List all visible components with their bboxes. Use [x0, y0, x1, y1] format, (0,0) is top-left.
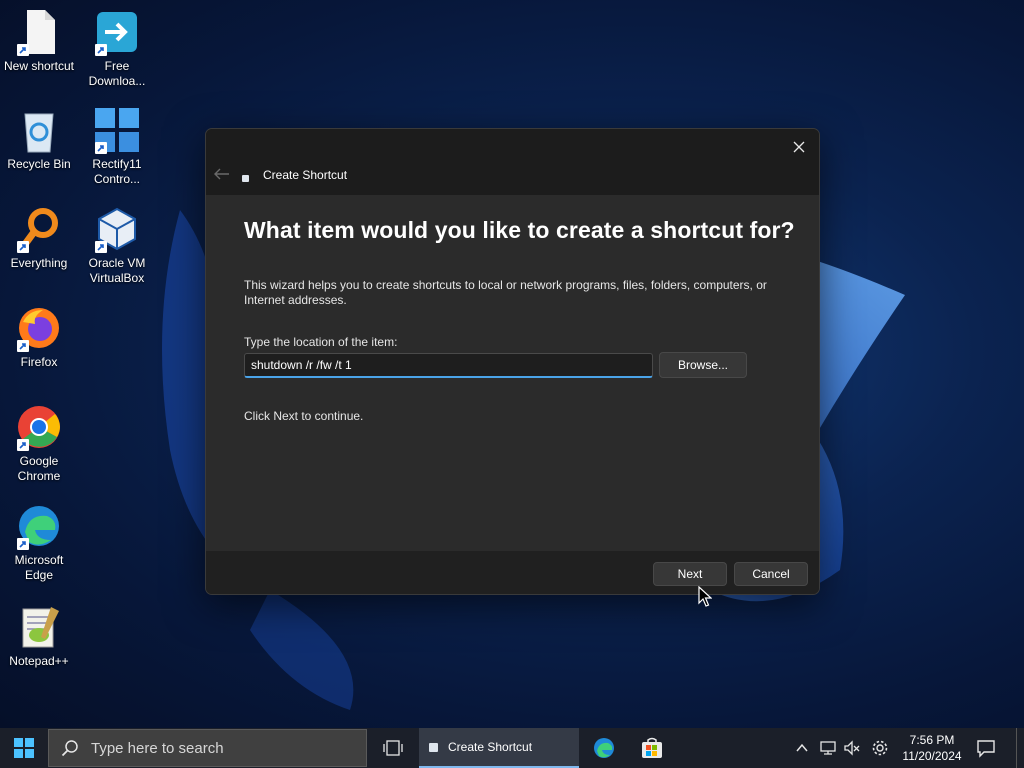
notification-icon[interactable] — [976, 738, 996, 758]
start-button[interactable] — [0, 728, 48, 768]
notepadpp-icon — [22, 607, 59, 648]
taskbar-store-button[interactable] — [632, 728, 672, 768]
shortcut-arrow-icon — [95, 44, 107, 56]
search-placeholder: Type here to search — [91, 739, 224, 757]
clock-date: 11/20/2024 — [902, 749, 962, 763]
cancel-button[interactable]: Cancel — [734, 562, 808, 586]
desktop-icon-label: Microsoft Edge — [14, 553, 64, 582]
shortcut-arrow-icon — [17, 538, 29, 550]
create-shortcut-dialog: Create Shortcut What item would you like… — [205, 128, 820, 595]
taskbar-search-box[interactable]: Type here to search — [48, 729, 367, 767]
desktop-icon-free-download-manager[interactable]: Free Downloa... — [78, 8, 156, 89]
desktop-icon-chrome[interactable]: Google Chrome — [0, 403, 78, 484]
desktop-icon-label: Rectify11 Contro... — [92, 157, 142, 186]
desktop-icon-new-shortcut[interactable]: New shortcut — [0, 8, 78, 74]
network-icon[interactable] — [819, 739, 837, 757]
search-icon — [61, 740, 78, 757]
continue-instruction: Click Next to continue. — [244, 409, 364, 423]
mouse-cursor-icon — [698, 586, 712, 607]
store-icon — [642, 737, 662, 758]
dialog-title: Create Shortcut — [263, 168, 348, 182]
shortcut-arrow-icon — [17, 340, 29, 352]
dialog-footer: Next Cancel — [206, 551, 819, 594]
chevron-up-icon[interactable] — [794, 740, 810, 756]
next-button[interactable]: Next — [653, 562, 727, 586]
taskbar-edge-button[interactable] — [584, 728, 624, 768]
browse-button[interactable]: Browse... — [659, 352, 747, 378]
desktop-icon-label: New shortcut — [3, 59, 75, 73]
gear-icon[interactable] — [871, 739, 889, 757]
desktop-icon-label: Recycle Bin — [7, 157, 71, 171]
desktop-icon-label: Notepad++ — [9, 654, 69, 668]
location-label: Type the location of the item: — [244, 335, 398, 349]
taskbar-clock[interactable]: 7:56 PM 11/20/2024 — [893, 732, 971, 764]
desktop-icon-label: Everything — [10, 256, 68, 270]
desktop-icon-label: Oracle VM VirtualBox — [88, 256, 146, 285]
desktop-icon-everything[interactable]: Everything — [0, 205, 78, 271]
desktop-icon-rectify11[interactable]: Rectify11 Contro... — [78, 106, 156, 187]
taskbar-item-label: Create Shortcut — [448, 740, 533, 754]
back-button[interactable] — [214, 167, 234, 183]
desktop-icon-virtualbox[interactable]: Oracle VM VirtualBox — [78, 205, 156, 286]
windows-logo-icon — [14, 738, 34, 758]
task-view-button[interactable] — [378, 728, 408, 768]
recycle-bin-icon — [24, 113, 54, 153]
desktop-icon-label: Free Downloa... — [88, 59, 146, 88]
shortcut-wizard-icon — [429, 742, 438, 752]
shortcut-arrow-icon — [17, 439, 29, 451]
desktop-icon-recycle-bin[interactable]: Recycle Bin — [0, 106, 78, 172]
shortcut-arrow-icon — [17, 44, 29, 56]
wizard-description: This wizard helps you to create shortcut… — [244, 278, 767, 307]
wizard-heading: What item would you like to create a sho… — [244, 217, 795, 243]
taskbar: Type here to search Create Shortcut 7:56… — [0, 728, 1024, 768]
desktop-icon-label: Firefox — [20, 355, 58, 369]
dialog-titlebar[interactable]: Create Shortcut — [206, 129, 819, 195]
edge-icon — [594, 738, 614, 758]
shortcut-arrow-icon — [17, 241, 29, 253]
desktop-icon-edge[interactable]: Microsoft Edge — [0, 502, 78, 583]
dialog-content: What item would you like to create a sho… — [206, 195, 819, 551]
desktop-icon-notepadpp[interactable]: Notepad++ — [0, 603, 78, 669]
volume-muted-icon[interactable] — [843, 739, 861, 757]
desktop-icon-firefox[interactable]: Firefox — [0, 304, 78, 370]
shortcut-arrow-icon — [95, 241, 107, 253]
shortcut-arrow-icon — [95, 142, 107, 154]
task-view-icon — [383, 740, 403, 756]
show-desktop-button[interactable] — [1016, 728, 1024, 768]
close-icon — [793, 141, 805, 153]
taskbar-item-create-shortcut[interactable]: Create Shortcut — [419, 728, 579, 768]
desktop: New shortcut Free Downloa... Recycle Bin… — [0, 0, 1024, 728]
clock-time: 7:56 PM — [909, 733, 955, 747]
location-input[interactable] — [244, 353, 653, 378]
shortcut-wizard-icon — [242, 175, 249, 182]
back-arrow-icon — [214, 168, 229, 180]
close-button[interactable] — [785, 133, 813, 161]
desktop-icon-label: Google Chrome — [17, 454, 61, 483]
